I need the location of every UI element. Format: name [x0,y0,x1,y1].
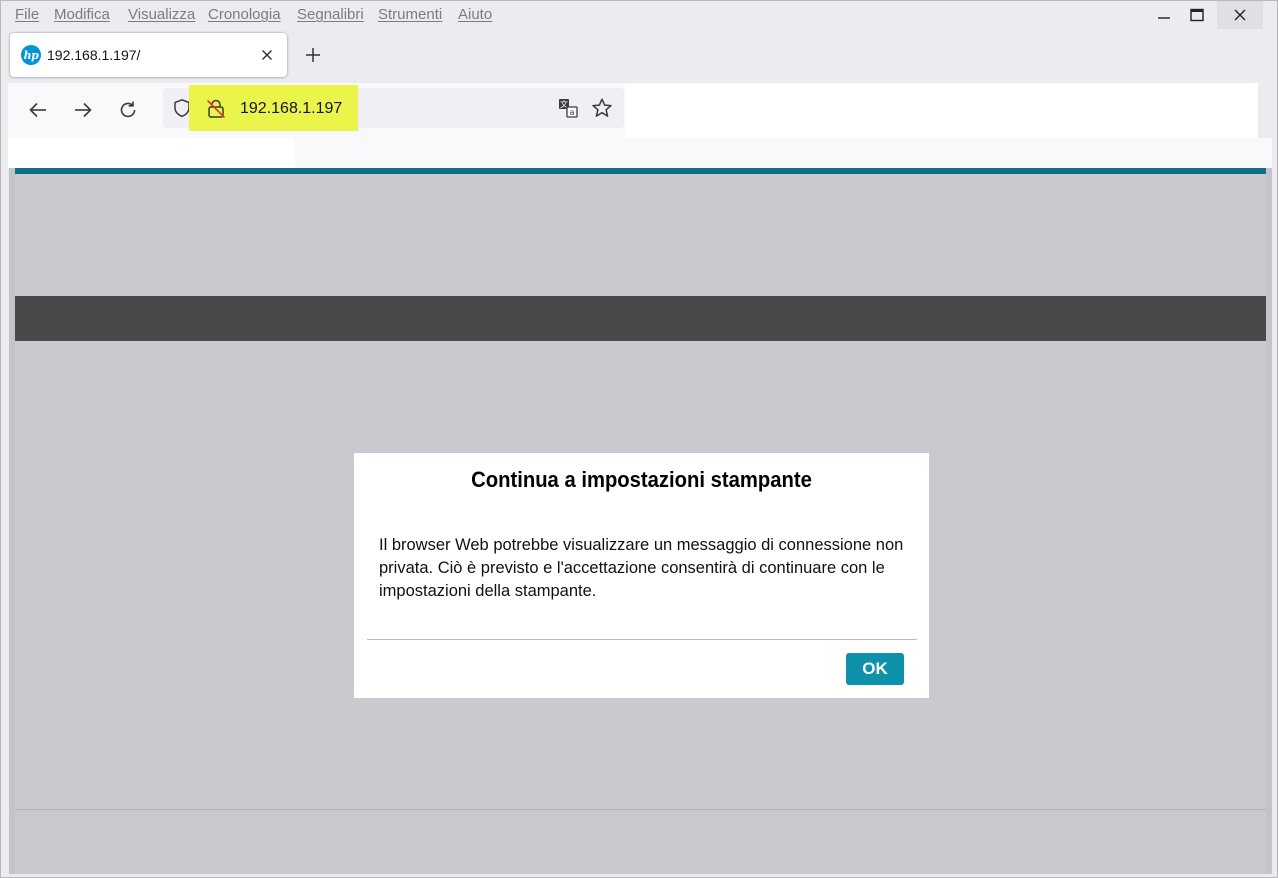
insecure-lock-icon[interactable] [205,98,227,120]
dialog-divider [367,639,917,640]
hp-favicon-icon: hp [21,45,41,65]
url-text[interactable]: 192.168.1.197 [240,100,342,118]
toolbar-strip [295,138,1272,168]
browser-tab[interactable]: hp 192.168.1.197/ [10,33,287,77]
reload-button[interactable] [114,96,142,124]
maximize-button[interactable] [1174,1,1220,29]
menu-cronologia[interactable]: Cronologia [208,6,281,23]
menu-modifica[interactable]: Modifica [54,6,110,23]
menu-bar: File Modifica Visualizza Cronologia Segn… [1,1,1277,29]
close-icon [1233,8,1247,22]
browser-window: File Modifica Visualizza Cronologia Segn… [0,0,1278,878]
page-header-accent [15,168,1266,174]
minimize-icon [1157,8,1171,22]
page-nav-band [15,296,1266,341]
dialog-message: Il browser Web potrebbe visualizzare un … [379,536,904,600]
menu-file[interactable]: File [15,6,39,23]
menu-aiuto[interactable]: Aiuto [458,6,492,23]
forward-arrow-icon [73,100,93,120]
maximize-icon [1190,8,1204,22]
page-margin [1266,168,1272,874]
close-window-button[interactable] [1217,1,1263,29]
tab-title: 192.168.1.197/ [47,47,141,63]
menu-segnalibri[interactable]: Segnalibri [297,6,364,23]
toolbar-panel [625,83,1258,138]
forward-button[interactable] [69,96,97,124]
close-icon [261,49,273,61]
toolbar-strip [8,138,295,168]
printer-settings-dialog: Continua a impostazioni stampante Il bro… [354,453,929,698]
plus-icon [305,47,321,63]
page-margin [9,168,15,874]
dialog-title: Continua a impostazioni stampante [471,467,812,492]
tab-close-button[interactable] [257,45,277,65]
ok-button[interactable]: OK [846,653,904,685]
reload-icon [118,100,138,120]
star-icon[interactable] [591,97,613,119]
menu-visualizza[interactable]: Visualizza [128,6,195,23]
back-arrow-icon [28,100,48,120]
translate-icon[interactable]: 文 a [557,97,579,119]
new-tab-button[interactable] [299,41,327,69]
svg-text:a: a [570,108,575,117]
menu-strumenti[interactable]: Strumenti [378,6,442,23]
back-button[interactable] [24,96,52,124]
page-footer-divider [15,809,1266,810]
